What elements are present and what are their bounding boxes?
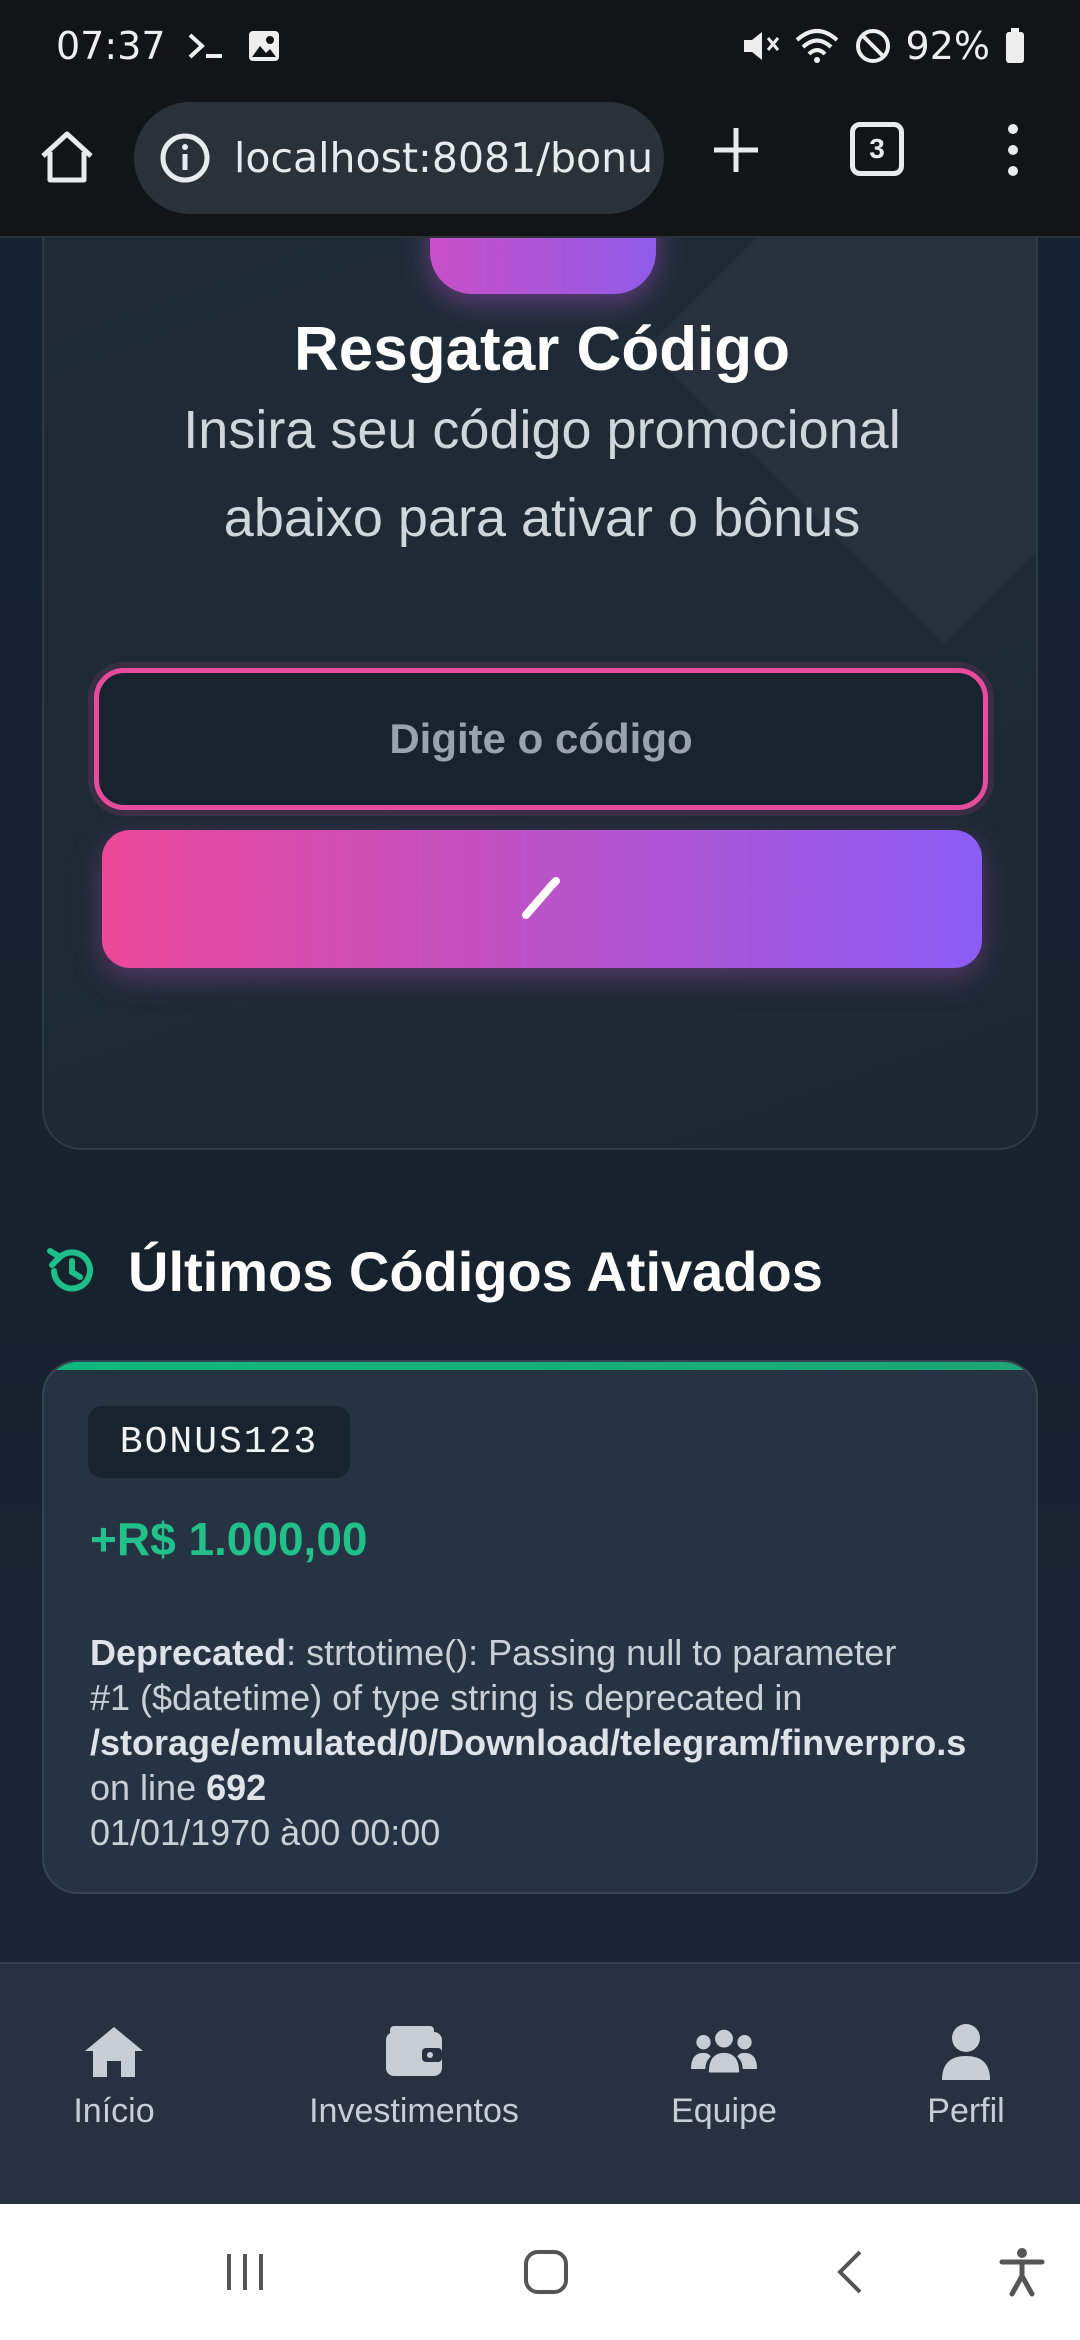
list-item: BONUS123 +R$ 1.000,00 Deprecated: strtot… xyxy=(42,1360,1038,1894)
warning-line2: #1 ($datetime) of type string is depreca… xyxy=(90,1677,803,1718)
page-content: Resgatar Código Insira seu código promoc… xyxy=(0,238,1080,1962)
terminal-icon xyxy=(186,29,226,63)
new-tab-button[interactable] xyxy=(708,122,764,178)
recent-apps-icon xyxy=(227,2254,263,2290)
rounded-square-icon xyxy=(524,2250,568,2294)
warning-line-prefix: on line xyxy=(90,1767,207,1808)
wallet-icon xyxy=(381,2022,447,2082)
recent-codes-header: Últimos Códigos Ativados xyxy=(42,1236,823,1306)
kebab-dot xyxy=(1008,145,1018,155)
url-text[interactable]: localhost:8081/bonu xyxy=(234,134,653,182)
home-icon xyxy=(81,2022,147,2082)
warning-line-number: 692 xyxy=(206,1767,267,1808)
home-icon xyxy=(41,131,93,183)
battery-icon xyxy=(1004,27,1026,65)
back-button[interactable] xyxy=(826,2244,874,2300)
code-chip: BONUS123 xyxy=(88,1406,350,1478)
php-warning: Deprecated: strtotime(): Passing null to… xyxy=(90,1630,1036,1855)
system-navigation-bar xyxy=(0,2204,1080,2340)
warning-path: /storage/emulated/0/Download/telegram/fi… xyxy=(90,1722,967,1763)
nav-label: Investimentos xyxy=(309,2092,519,2130)
redeem-title: Resgatar Código xyxy=(293,315,791,384)
status-bar: 07:37 92% xyxy=(0,0,1080,92)
status-time: 07:37 xyxy=(56,24,166,68)
recent-codes-title: Últimos Códigos Ativados xyxy=(128,1239,823,1303)
nav-item-perfil[interactable]: Perfil xyxy=(916,2022,1016,2131)
kebab-dot xyxy=(1008,124,1018,134)
users-icon xyxy=(691,2022,757,2082)
nav-item-investimentos[interactable]: Investimentos xyxy=(296,2022,532,2131)
tab-switcher-button[interactable]: 3 xyxy=(850,122,904,176)
nav-label: Início xyxy=(73,2092,155,2130)
warning-line1: : strtotime(): Passing null to parameter xyxy=(286,1632,897,1673)
mute-icon xyxy=(740,28,780,64)
more-options-button[interactable] xyxy=(998,118,1028,182)
nav-label: Perfil xyxy=(927,2092,1005,2130)
plus-icon xyxy=(714,128,758,172)
pencil-icon xyxy=(522,877,560,919)
bottom-navigation: Início Investimentos Equipe Perfil xyxy=(0,1962,1080,2204)
back-chevron-icon xyxy=(837,2250,862,2294)
dnd-icon xyxy=(854,27,892,65)
user-icon xyxy=(933,2022,999,2082)
kebab-dot xyxy=(1008,166,1018,176)
image-icon xyxy=(246,28,282,64)
redeem-subtitle: Insira seu código promocional abaixo par… xyxy=(183,400,901,548)
browser-toolbar: localhost:8081/bonu 3 xyxy=(0,92,1080,238)
nav-item-inicio[interactable]: Início xyxy=(52,2022,176,2131)
code-input[interactable] xyxy=(94,668,988,810)
redeem-card: Resgatar Código Insira seu código promoc… xyxy=(42,238,1038,1150)
code-amount: +R$ 1.000,00 xyxy=(90,1513,368,1565)
system-home-button[interactable] xyxy=(518,2244,574,2300)
home-button[interactable] xyxy=(36,126,98,188)
history-icon xyxy=(47,1248,93,1292)
accessibility-icon xyxy=(999,2248,1045,2297)
nav-item-equipe[interactable]: Equipe xyxy=(666,2022,782,2131)
address-bar[interactable]: localhost:8081/bonu xyxy=(134,102,664,214)
recent-apps-button[interactable] xyxy=(218,2244,272,2300)
accessibility-button[interactable] xyxy=(994,2244,1050,2300)
site-info-icon[interactable] xyxy=(158,131,212,185)
nav-label: Equipe xyxy=(671,2092,777,2130)
card-badge xyxy=(430,238,656,294)
card-accent-bar xyxy=(44,1362,1036,1370)
wifi-icon xyxy=(794,28,840,64)
warning-label: Deprecated xyxy=(90,1632,287,1673)
battery-percent: 92% xyxy=(905,24,990,68)
redeem-button[interactable] xyxy=(102,830,982,968)
code-date: 01/01/1970 à00 00:00 xyxy=(90,1812,441,1853)
